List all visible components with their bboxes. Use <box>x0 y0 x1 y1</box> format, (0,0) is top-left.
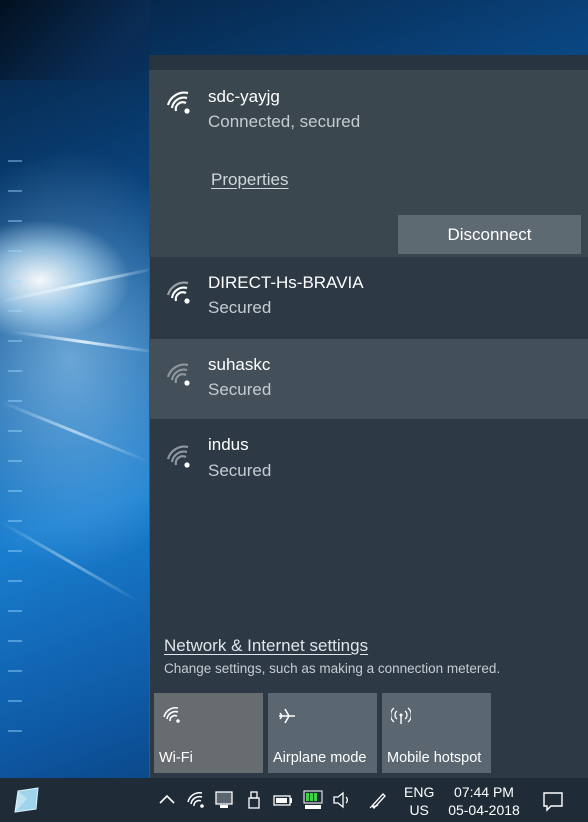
wifi-icon <box>166 281 190 304</box>
taskbar: ENG US 07:44 PM 05-04-2018 <box>0 778 588 822</box>
meter-icon[interactable] <box>303 790 323 810</box>
language-indicator[interactable]: ENG US <box>404 783 434 819</box>
battery-icon[interactable] <box>273 790 293 810</box>
usb-icon[interactable] <box>244 790 264 810</box>
network-settings-link[interactable]: Network & Internet settings <box>164 636 368 656</box>
connected-network-status: Connected, secured <box>208 112 361 131</box>
network-status: Secured <box>208 298 272 317</box>
region-code: US <box>409 802 429 818</box>
language-code: ENG <box>404 784 435 800</box>
network-name: indus <box>208 435 249 454</box>
pen-icon[interactable] <box>368 790 388 810</box>
network-flyout: sdc-yayjg Connected, secured Properties … <box>149 55 588 778</box>
quick-action-mobile-hotspot[interactable]: Mobile hotspot <box>382 693 491 773</box>
volume-icon[interactable] <box>332 790 352 810</box>
quick-action-label: Airplane mode <box>273 750 367 766</box>
wifi-icon <box>166 445 190 468</box>
display-icon[interactable] <box>214 790 234 810</box>
connected-network-panel[interactable]: sdc-yayjg Connected, secured Properties … <box>149 70 588 257</box>
network-name: DIRECT-Hs-BRAVIA <box>208 273 364 292</box>
network-item-direct-hs-bravia[interactable]: DIRECT-Hs-BRAVIA Secured <box>149 257 588 337</box>
hotspot-icon <box>391 707 411 724</box>
quick-action-label: Wi-Fi <box>159 750 193 766</box>
quick-action-wifi[interactable]: Wi-Fi <box>154 693 263 773</box>
network-status: Secured <box>208 380 272 399</box>
clock-time: 07:44 PM <box>454 784 514 800</box>
network-status: Secured <box>208 461 272 480</box>
chevron-up-icon[interactable] <box>157 790 177 810</box>
wifi-icon <box>166 363 190 386</box>
connected-network-name: sdc-yayjg <box>208 87 280 106</box>
wallpaper-pattern <box>8 160 22 760</box>
flyout-top-strip <box>149 55 588 70</box>
clock-date: 05-04-2018 <box>448 802 520 818</box>
wallpaper-light-streak <box>0 400 149 463</box>
wallpaper-light-streak <box>9 330 159 354</box>
network-settings-description: Change settings, such as making a connec… <box>164 661 501 676</box>
wallpaper-light-streak <box>0 266 157 303</box>
wifi-icon <box>163 706 180 723</box>
quick-action-label: Mobile hotspot <box>387 750 482 766</box>
wallpaper-dark-corner <box>0 0 150 80</box>
airplane-icon <box>279 708 295 724</box>
properties-link[interactable]: Properties <box>211 170 288 190</box>
clock[interactable]: 07:44 PM 05-04-2018 <box>444 783 524 819</box>
network-name: suhaskc <box>208 355 271 374</box>
network-item-indus[interactable]: indus Secured <box>149 421 588 501</box>
wifi-icon <box>166 91 190 114</box>
network-item-suhaskc[interactable]: suhaskc Secured <box>149 339 588 419</box>
action-center-icon[interactable] <box>542 790 564 812</box>
wifi-icon[interactable] <box>187 790 207 810</box>
start-icon[interactable] <box>12 787 40 813</box>
disconnect-button[interactable]: Disconnect <box>398 215 581 254</box>
quick-action-airplane-mode[interactable]: Airplane mode <box>268 693 377 773</box>
